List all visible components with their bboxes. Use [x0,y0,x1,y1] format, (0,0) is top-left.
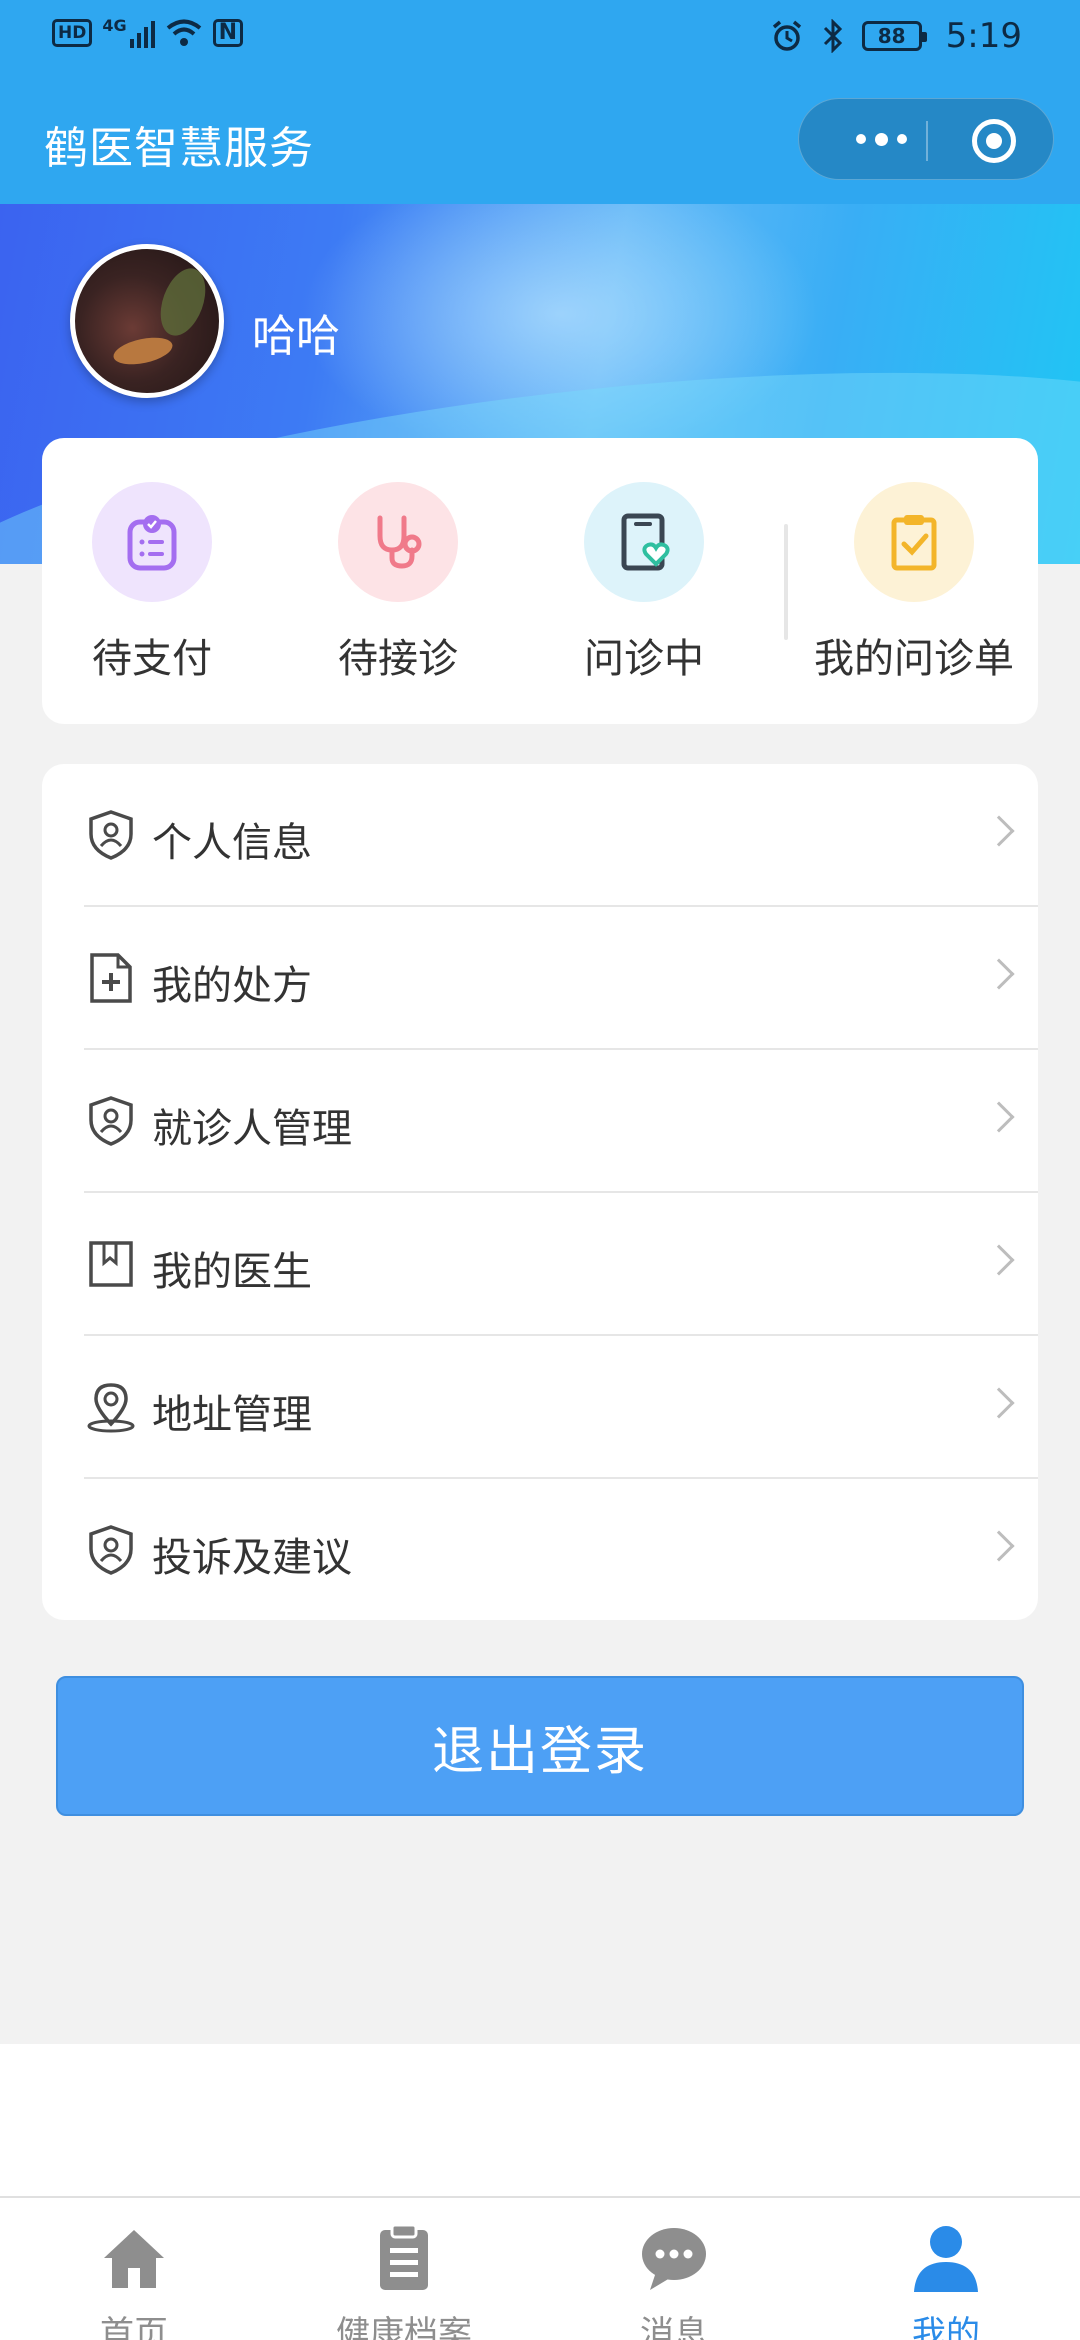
chevron-right-icon [983,1530,1015,1562]
quick-action-label: 待接诊 [338,636,458,682]
menu-item-patient-management[interactable]: 就诊人管理 [42,1050,1038,1193]
tab-health-records[interactable]: 健康档案 [284,2220,524,2340]
status-left: HD 4G N [52,16,244,48]
chevron-right-icon [983,1244,1015,1276]
bottom-tab-bar: 首页 健康档案 消息 我的 [0,2196,1080,2340]
user-shield-icon [89,1525,133,1575]
tab-label: 健康档案 [336,2314,472,2340]
menu-item-label: 投诉及建议 [152,1535,352,1581]
tab-home[interactable]: 首页 [14,2220,254,2340]
logout-button[interactable]: 退出登录 [56,1676,1024,1816]
quick-action-label: 待支付 [92,636,212,682]
menu-item-my-prescriptions[interactable]: 我的处方 [42,907,1038,1050]
menu-item-label: 我的医生 [152,1249,312,1295]
payment-list-icon [127,515,177,571]
person-icon [914,2226,978,2292]
signal-icon: 4G [102,16,155,48]
status-bar: HD 4G N 88 5:19 [0,0,1080,76]
chevron-right-icon [983,958,1015,990]
menu-item-label: 地址管理 [152,1392,312,1438]
quick-action-my-consultations[interactable]: 我的问诊单 [794,482,1034,684]
chevron-right-icon [983,815,1015,847]
tab-messages[interactable]: 消息 [554,2220,794,2340]
quick-action-in-consultation[interactable]: 问诊中 [524,482,764,684]
menu-item-complaints-suggestions[interactable]: 投诉及建议 [42,1479,1038,1622]
username: 哈哈 [252,311,340,362]
file-plus-icon [90,953,132,1003]
tab-label: 消息 [640,2314,708,2340]
tab-label: 首页 [100,2314,168,2340]
bookmark-icon [89,1241,133,1287]
battery-level: 88 [877,24,906,48]
more-button[interactable] [835,119,927,159]
home-icon [104,2230,164,2288]
chat-bubble-icon [642,2228,706,2290]
alarm-icon [772,20,801,51]
menu-item-label: 个人信息 [152,820,312,866]
status-right: 88 5:19 [770,16,1022,56]
quick-action-label: 我的问诊单 [814,636,1014,682]
miniprogram-capsule [798,98,1054,180]
settings-menu: 个人信息 我的处方 就诊人管理 我的医生 地址管理 投诉及建议 [42,764,1038,1620]
avatar[interactable] [70,244,224,398]
wifi-icon [166,19,201,46]
consultation-shortcuts: 待支付 待接诊 问诊中 我的问诊单 [42,438,1038,724]
top-bar: HD 4G N 88 5:19 鹤医智慧服务 [0,0,1080,204]
stethoscope-icon [377,515,422,569]
divider [784,524,788,640]
menu-item-my-doctors[interactable]: 我的医生 [42,1193,1038,1336]
menu-item-personal-info[interactable]: 个人信息 [42,764,1038,907]
page-title: 鹤医智慧服务 [44,123,314,174]
menu-item-label: 我的处方 [152,963,312,1009]
nfc-icon: N [212,19,244,47]
clock: 5:19 [945,16,1022,56]
tab-label: 我的 [912,2314,980,2340]
quick-action-pending-payment[interactable]: 待支付 [32,482,272,684]
user-shield-icon [89,810,133,860]
tablet-heart-icon [621,513,670,571]
clipboard-check-icon [891,515,937,571]
chevron-right-icon [983,1101,1015,1133]
menu-item-label: 就诊人管理 [152,1106,352,1152]
menu-item-address-management[interactable]: 地址管理 [42,1336,1038,1479]
hd-indicator: HD [52,19,93,47]
user-shield-icon [89,1096,133,1146]
chevron-right-icon [983,1387,1015,1419]
tab-mine[interactable]: 我的 [826,2220,1066,2340]
quick-action-pending-consult[interactable]: 待接诊 [278,482,518,684]
battery-icon: 88 [861,21,927,51]
mine-page: HD 4G N 88 5:19 鹤医智慧服务 哈哈 待支付 待接诊 问诊中 我的… [0,0,1080,2340]
clipboard-icon [380,2223,428,2290]
close-miniprogram-button[interactable] [972,119,1016,163]
network-type: 4G [102,16,127,35]
location-pin-icon [87,1383,135,1433]
bluetooth-icon [823,19,842,53]
quick-action-label: 问诊中 [584,636,704,682]
